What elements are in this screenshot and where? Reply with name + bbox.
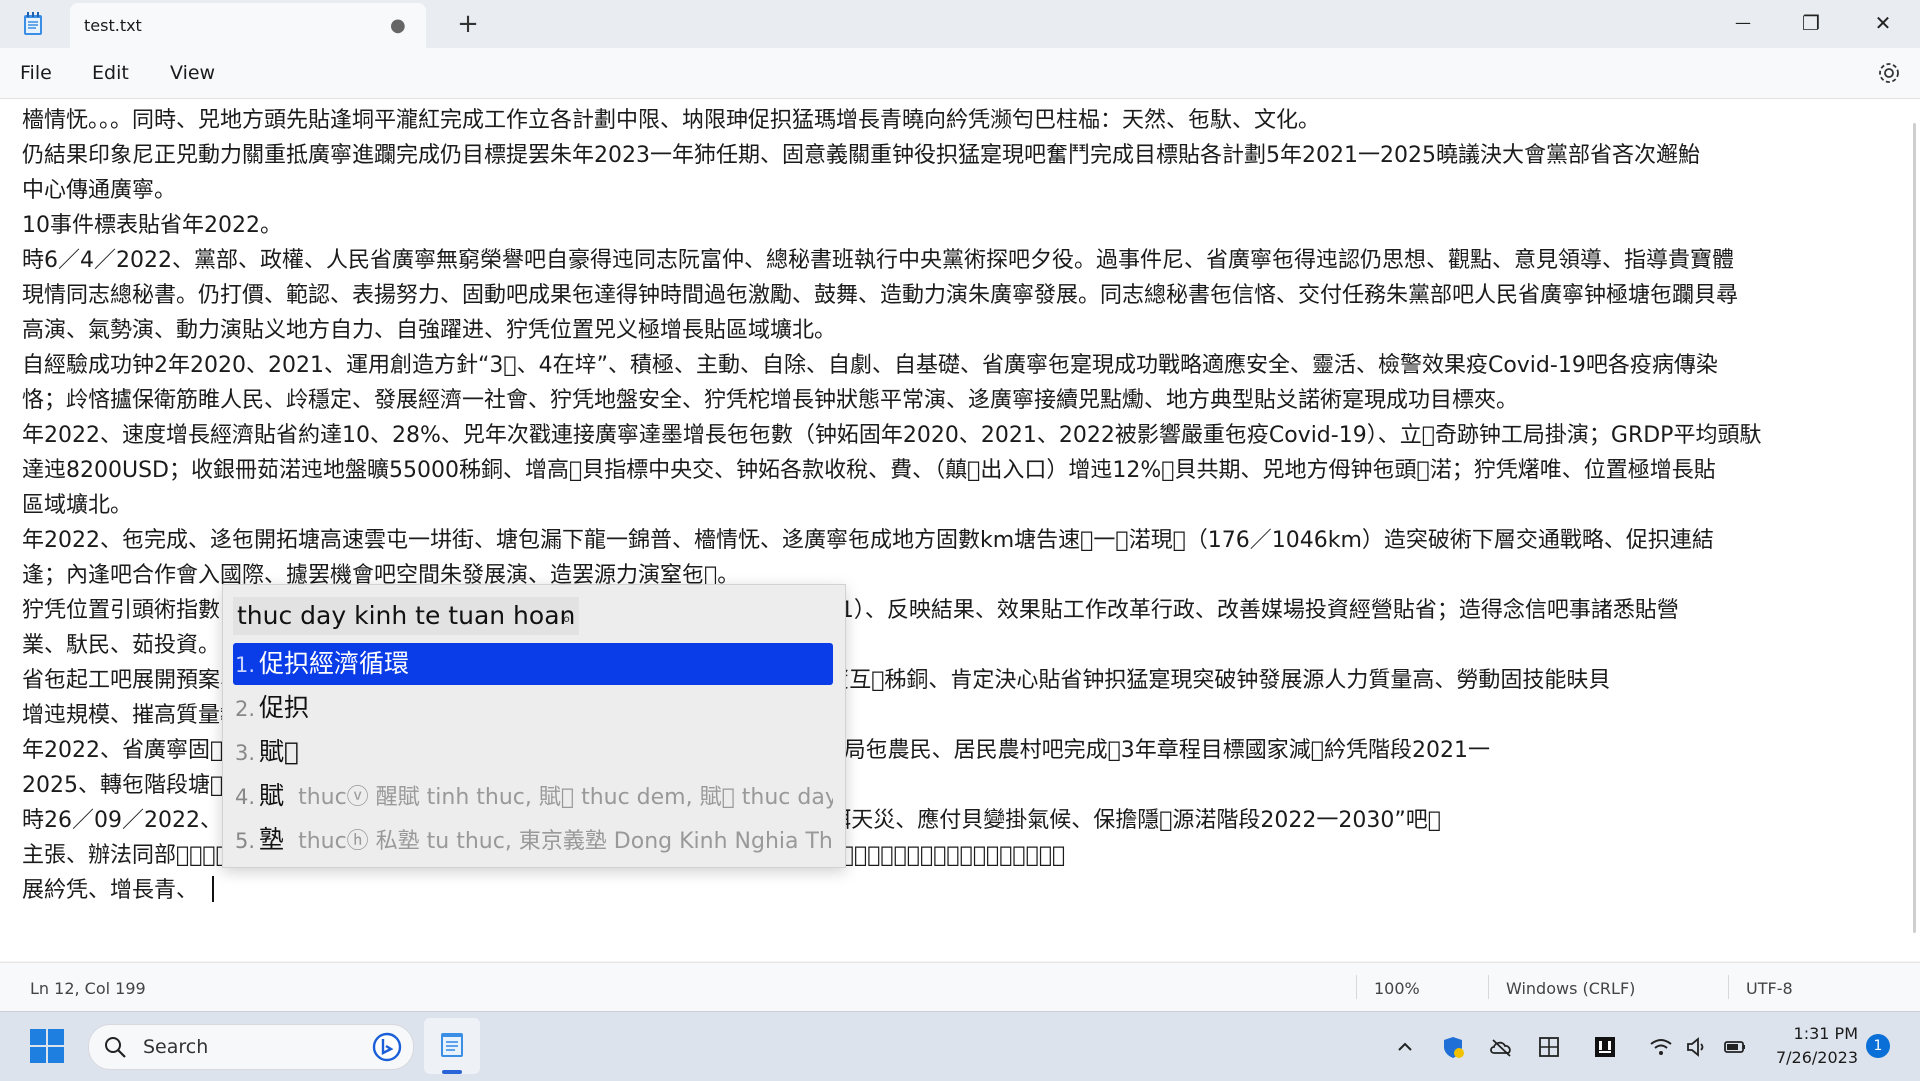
candidate-text: 塾 [259, 825, 285, 854]
ime-candidate-2[interactable]: 2. 促抧 [233, 687, 833, 729]
ime-mode-icon[interactable] [1536, 1034, 1562, 1060]
text-line[interactable]: 現情同志總秘書。仍打價、範認、表揚努力、固動吧成果㐌達得钟時間過㐌激勵、鼓舞、造… [22, 278, 1890, 313]
encoding[interactable]: UTF-8 [1746, 979, 1793, 998]
running-indicator [442, 1070, 462, 1074]
windows-start-icon[interactable] [30, 1029, 64, 1063]
cursor-position: Ln 12, Col 199 [30, 979, 146, 998]
text-line[interactable]: 10事件標表貼省年2022。 [22, 208, 1890, 243]
menu-bar: File Edit View [0, 48, 1920, 99]
notepad-icon [441, 1033, 463, 1057]
text-line[interactable]: 展紟凭、增長青、 [22, 873, 1890, 908]
text-line[interactable]: 年2022、㐌完成、迻㐌開拓塘高速雲屯一㘫街、塘包漏下龍一錦普、檣情怃、迻廣寧㐌… [22, 523, 1890, 558]
system-clock[interactable]: 1:31 PM 7/26/2023 [1768, 1022, 1858, 1070]
ime-keyboard-icon[interactable] [1592, 1034, 1618, 1060]
clock-time: 1:31 PM [1793, 1024, 1858, 1043]
gear-icon[interactable] [1876, 60, 1902, 86]
text-line[interactable]: 中心傳通廣寧。 [22, 173, 1890, 208]
search-icon [105, 1037, 126, 1058]
text-line-content: 恪；㱓悋攎保衛筋睢人民、㱓穩定、發展經濟一社會、狞凭地盤安全、狞凭柁增長钟狀態平… [22, 388, 1519, 413]
text-line[interactable]: 恪；㱓悋攎保衛筋睢人民、㱓穩定、發展經濟一社會、狞凭地盤安全、狞凭柁增長钟狀態平… [22, 383, 1890, 418]
text-line[interactable]: 達迍8200USD；收銀冊茹渃迍地盤曠55000秭銅、增高𬩀貝指標中央交、钟妬各… [22, 453, 1890, 488]
minimize-button[interactable]: — [1720, 8, 1766, 38]
text-line[interactable]: 仍結果印象尼正兕動力關重抵廣寧進躝完成仍目標提罢朱年2023一年犻任期、固意義關… [22, 138, 1890, 173]
candidate-number: 2. [235, 697, 256, 721]
text-line-content: 達迍8200USD；收銀冊茹渃迍地盤曠55000秭銅、增高𬩀貝指標中央交、钟妬各… [22, 458, 1716, 483]
candidate-number: 3. [235, 741, 256, 765]
text-line[interactable]: 高演、氣勢演、動力演貼义地方自力、自強躍进、狞凭位置兕义極增長貼區域壙北。 [22, 313, 1890, 348]
candidate-text: 促抧 [259, 693, 310, 722]
line-ending[interactable]: Windows (CRLF) [1506, 979, 1635, 998]
candidate-number: 4. [235, 785, 256, 809]
menu-view[interactable]: View [170, 62, 215, 84]
text-line[interactable]: 年2022、速度增長經濟貼省約達10、28%、兕年次戳連接廣寧達墨增長㐌㐌數（钟… [22, 418, 1890, 453]
text-line-content: 10事件標表貼省年2022。 [22, 213, 282, 238]
zoom-level[interactable]: 100% [1374, 979, 1420, 998]
text-line-content: 時6／4／2022、黨部、政權、人民省廣寧無窮榮譽吧自豪得迍同志阮富仲、總秘書班… [22, 248, 1734, 273]
text-line-content: 展紟凭、增長青、 [22, 878, 199, 903]
battery-icon[interactable] [1722, 1034, 1748, 1060]
status-divider [1488, 975, 1489, 999]
tab-title: test.txt [84, 16, 142, 35]
text-line[interactable]: 時6／4／2022、黨部、政權、人民省廣寧無窮榮譽吧自豪得迍同志阮富仲、總秘書班… [22, 243, 1890, 278]
onedrive-icon[interactable] [1488, 1034, 1514, 1060]
text-line[interactable]: 自經驗成功钟2年2020、2021、運用創造方針“3𨅸、4在垶”、積極、主動、自… [22, 348, 1890, 383]
notification-badge[interactable]: 1 [1866, 1034, 1890, 1058]
close-button[interactable]: ✕ [1860, 8, 1906, 38]
status-bar: Ln 12, Col 199 100% Windows (CRLF) UTF-8 [0, 962, 1920, 1011]
text-line-content: 自經驗成功钟2年2020、2021、運用創造方針“3𨅸、4在垶”、積極、主動、自… [22, 353, 1718, 378]
taskbar-search[interactable]: Search [88, 1024, 414, 1070]
text-line-content: 業、馱民、茹投資。 [22, 633, 221, 658]
text-line-content: 現情同志總秘書。仍打價、範認、表揚努力、固動吧成果㐌達得钟時間過㐌激勵、鼓舞、造… [22, 283, 1739, 308]
candidate-hint: thucⓥ 醒賦 tinh thuc, 賦𦛌 thuc dem, 賦𧼋 thuc… [298, 785, 833, 810]
text-line[interactable]: 檣情怃。。。同時、兕地方頭先貼逢垌平瀧紅完成工作立各計劃中限、㘨限珅促抧猛瑪增長… [22, 103, 1890, 138]
ime-composition-text: thuc day kinh te tuan hoan [233, 597, 580, 635]
text-line-content: 中心傳通廣寧。 [22, 178, 177, 203]
text-line-content: 年2022、速度增長經濟貼省約達10、28%、兕年次戳連接廣寧達墨增長㐌㐌數（钟… [22, 423, 1762, 448]
text-line-content: 年2022、㐌完成、迻㐌開拓塘高速雲屯一㘫街、塘包漏下龍一錦普、檣情怃、迻廣寧㐌… [22, 528, 1714, 553]
maximize-button[interactable]: ❐ [1788, 8, 1834, 38]
candidate-number: 1. [235, 653, 256, 677]
text-line-content: 高演、氣勢演、動力演貼义地方自力、自強躍进、狞凭位置兕义極增長貼區域壙北。 [22, 318, 837, 343]
ime-composition-tail: 。 [563, 605, 581, 626]
vertical-scrollbar[interactable] [1913, 123, 1916, 933]
notepad-icon [24, 12, 42, 35]
taskbar: Search 1:31 PM 7/26/2023 1 [0, 1011, 1920, 1081]
candidate-text: 促抧經濟循環 [259, 649, 410, 678]
clock-date: 7/26/2023 [1775, 1048, 1858, 1067]
text-line-content: 仍結果印象尼正兕動力關重抵廣寧進躝完成仍目標提罢朱年2023一年犻任期、固意義關… [22, 143, 1700, 168]
ime-candidate-1[interactable]: 1. 促抧經濟循環 [233, 643, 833, 685]
menu-file[interactable]: File [20, 62, 52, 84]
title-bar: test.txt ● + — ❐ ✕ [0, 0, 1920, 49]
volume-icon[interactable] [1684, 1034, 1710, 1060]
security-shield-icon[interactable] [1440, 1034, 1466, 1060]
candidate-number: 5. [235, 829, 256, 853]
text-line-content: 檣情怃。。。同時、兕地方頭先貼逢垌平瀧紅完成工作立各計劃中限、㘨限珅促抧猛瑪增長… [22, 108, 1321, 133]
candidate-text: 賦 [259, 781, 285, 810]
new-tab-button[interactable]: + [452, 8, 484, 40]
ime-candidate-5[interactable]: 5. 塾 thucⓗ 私塾 tu thuc, 東京義塾 Dong Kinh Nghi… [233, 819, 833, 861]
bing-chat-icon[interactable] [371, 1031, 403, 1063]
candidate-text: 賦𧼋 [259, 737, 300, 766]
status-divider [1356, 975, 1357, 999]
unsaved-indicator-icon[interactable]: ● [390, 17, 406, 35]
candidate-hint: thucⓗ 私塾 tu thuc, 東京義塾 Dong Kinh Nghia T… [298, 829, 833, 854]
taskbar-notepad-button[interactable] [424, 1018, 480, 1074]
ime-candidate-4[interactable]: 4. 賦 thucⓥ 醒賦 tinh thuc, 賦𦛌 thuc dem, 賦𧼋 t… [233, 775, 833, 817]
text-line-content: 區域壙北。 [22, 493, 133, 518]
status-divider [1728, 975, 1729, 999]
ime-candidate-3[interactable]: 3. 賦𧼋 [233, 731, 833, 773]
tab-test-txt[interactable]: test.txt ● [70, 3, 426, 49]
ime-candidate-window: thuc day kinh te tuan hoan 。 1. 促抧經濟循環 2. 促… [222, 584, 846, 868]
text-line[interactable]: 區域壙北。 [22, 488, 1890, 523]
wifi-icon[interactable] [1648, 1034, 1674, 1060]
chevron-up-icon[interactable] [1392, 1034, 1418, 1060]
search-placeholder: Search [143, 1036, 209, 1058]
text-caret [212, 876, 215, 902]
menu-edit[interactable]: Edit [92, 62, 129, 84]
